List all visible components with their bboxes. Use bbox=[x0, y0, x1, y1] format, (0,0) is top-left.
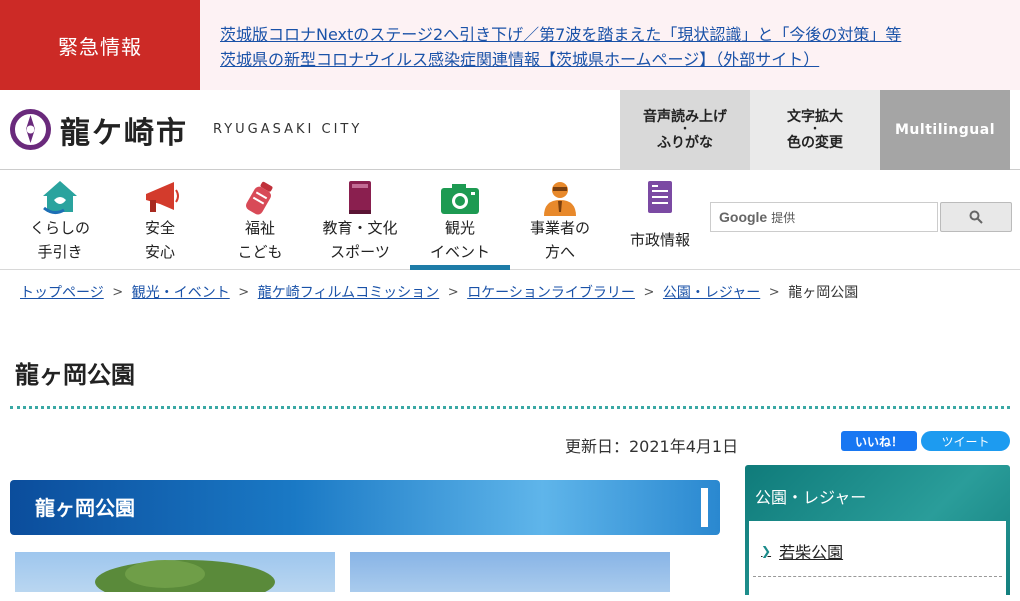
side-nav: 公園・レジャー ❯ 若柴公園 bbox=[745, 465, 1010, 601]
nav-item-safety[interactable]: 安全 安心 bbox=[110, 170, 210, 270]
breadcrumb: トップページ > 観光・イベント > 龍ケ崎フィルムコミッション > ロケーショ… bbox=[20, 282, 858, 302]
nav-label-line2: こども bbox=[237, 243, 283, 261]
book-icon bbox=[349, 181, 371, 214]
breadcrumb-link-location-library[interactable]: ロケーションライブラリー bbox=[467, 282, 635, 302]
camera-icon bbox=[441, 184, 479, 214]
nav-label-line1: 教育・文化 bbox=[322, 219, 398, 237]
global-nav: くらしの 手引き 安全 安心 福祉 こども 教育・文化 スポーツ 観光 イベント… bbox=[0, 170, 1020, 270]
businessperson-icon bbox=[544, 182, 576, 216]
search-provided-label: 提供 bbox=[771, 210, 796, 225]
facebook-like-button[interactable]: いいね！ bbox=[841, 431, 917, 451]
megaphone-icon bbox=[146, 182, 179, 212]
document-icon bbox=[648, 181, 672, 213]
nav-item-education[interactable]: 教育・文化 スポーツ bbox=[310, 170, 410, 270]
page-title: 龍ヶ岡公園 bbox=[15, 361, 135, 389]
nav-item-tourism[interactable]: 観光 イベント bbox=[410, 170, 510, 270]
emergency-link-ibaraki-covid[interactable]: 茨城県の新型コロナウイルス感染症関連情報【茨城県ホームページ】（外部サイト） bbox=[220, 46, 819, 70]
breadcrumb-separator: > bbox=[238, 284, 250, 300]
nav-label-line1: 事業者の bbox=[529, 219, 590, 237]
breadcrumb-link-tourism[interactable]: 観光・イベント bbox=[132, 282, 230, 302]
side-nav-title: 公園・レジャー bbox=[755, 488, 867, 507]
park-photo-1 bbox=[15, 552, 335, 592]
nav-item-label: 安全 安心 bbox=[110, 216, 210, 264]
nav-label-line1: 福祉 bbox=[244, 219, 275, 237]
voice-label: 音声読み上げ bbox=[643, 109, 727, 125]
tree-image bbox=[95, 560, 275, 592]
breadcrumb-separator: > bbox=[768, 284, 780, 300]
section-heading: 龍ヶ岡公園 bbox=[35, 496, 135, 520]
breadcrumb-link-parks[interactable]: 公園・レジャー bbox=[663, 282, 760, 302]
emergency-bar: 緊急情報 茨城版コロナNextのステージ2へ引き下げ／第7波を踏まえた「現状認識… bbox=[0, 0, 1020, 90]
nav-item-label: 観光 イベント bbox=[410, 216, 510, 264]
search-input[interactable]: Google 提供 bbox=[710, 202, 938, 232]
site-logo-english: RYUGASAKI CITY bbox=[213, 122, 363, 137]
breadcrumb-link-film-commission[interactable]: 龍ケ崎フィルムコミッション bbox=[258, 282, 439, 302]
text-size-color-button[interactable]: 文字拡大 ・ 色の変更 bbox=[750, 90, 880, 170]
nav-label-line1: くらしの bbox=[29, 219, 90, 237]
baby-bottle-icon bbox=[246, 181, 273, 215]
side-nav-divider bbox=[753, 576, 1002, 577]
breadcrumb-link-top[interactable]: トップページ bbox=[20, 282, 104, 302]
site-header: 龍ケ崎市 RYUGASAKI CITY 音声読み上げ ・ ふりがな 文字拡大 ・… bbox=[0, 90, 1020, 170]
facebook-like-label: いいね！ bbox=[854, 434, 903, 449]
emergency-label: 緊急情報 bbox=[0, 0, 200, 90]
nav-item-living-guide[interactable]: くらしの 手引き bbox=[10, 170, 110, 270]
nav-item-label: 市政情報 bbox=[629, 231, 690, 249]
site-logo-text[interactable]: 龍ケ崎市 bbox=[60, 108, 188, 152]
nav-label-line1: 観光 bbox=[444, 219, 475, 237]
breadcrumb-separator: > bbox=[112, 284, 124, 300]
search-icon bbox=[969, 210, 983, 224]
twitter-tweet-button[interactable]: ツイート bbox=[921, 431, 1010, 451]
nav-label-line2: スポーツ bbox=[330, 243, 390, 261]
nav-label-line2: 方へ bbox=[544, 243, 575, 261]
title-divider bbox=[10, 406, 1010, 409]
nav-item-label: 教育・文化 スポーツ bbox=[310, 216, 410, 264]
emergency-link-covid-stage[interactable]: 茨城版コロナNextのステージ2へ引き下げ／第7波を踏まえた「現状認識」と「今後… bbox=[220, 21, 901, 45]
chevron-right-icon: ❯ bbox=[761, 544, 772, 558]
nav-label-line2: 安心 bbox=[144, 243, 175, 261]
breadcrumb-separator: > bbox=[447, 284, 459, 300]
color-change-label: 色の変更 bbox=[787, 135, 843, 151]
house-icon bbox=[43, 181, 77, 215]
side-nav-list: ❯ 若柴公園 bbox=[749, 521, 1006, 601]
nav-label-line2: 手引き bbox=[37, 243, 83, 261]
nav-label-line2: イベント bbox=[429, 243, 490, 261]
voice-furigana-button[interactable]: 音声読み上げ ・ ふりがな bbox=[620, 90, 750, 170]
nav-item-business[interactable]: 事業者の 方へ bbox=[510, 170, 610, 270]
search-button[interactable] bbox=[940, 202, 1012, 232]
nav-item-city-info[interactable]: 市政情報 bbox=[610, 170, 710, 270]
text-size-label: 文字拡大 bbox=[787, 109, 843, 125]
park-photo-2 bbox=[350, 552, 670, 592]
site-search: Google 提供 bbox=[710, 202, 1012, 232]
twitter-tweet-label: ツイート bbox=[941, 434, 990, 449]
section-heading-banner: 龍ヶ岡公園 bbox=[10, 480, 720, 535]
multilingual-button[interactable]: Multilingual bbox=[880, 90, 1010, 170]
nav-item-label: くらしの 手引き bbox=[10, 216, 110, 264]
nav-item-welfare[interactable]: 福祉 こども bbox=[210, 170, 310, 270]
nav-item-label: 福祉 こども bbox=[210, 216, 310, 264]
city-emblem-icon[interactable] bbox=[10, 109, 51, 150]
nav-item-label: 事業者の 方へ bbox=[510, 216, 610, 264]
breadcrumb-current: 龍ヶ岡公園 bbox=[788, 285, 859, 301]
breadcrumb-separator: > bbox=[643, 284, 655, 300]
furigana-label: ふりがな bbox=[657, 135, 713, 151]
google-logo-text: Google bbox=[719, 209, 768, 225]
updated-date: 更新日：2021年4月1日 bbox=[565, 437, 739, 456]
nav-label-line1: 安全 bbox=[144, 219, 175, 237]
heading-accent-bar bbox=[701, 488, 708, 527]
side-nav-item-label: 若柴公園 bbox=[779, 543, 844, 562]
side-nav-item-wakashiba-park[interactable]: ❯ 若柴公園 bbox=[761, 539, 843, 563]
